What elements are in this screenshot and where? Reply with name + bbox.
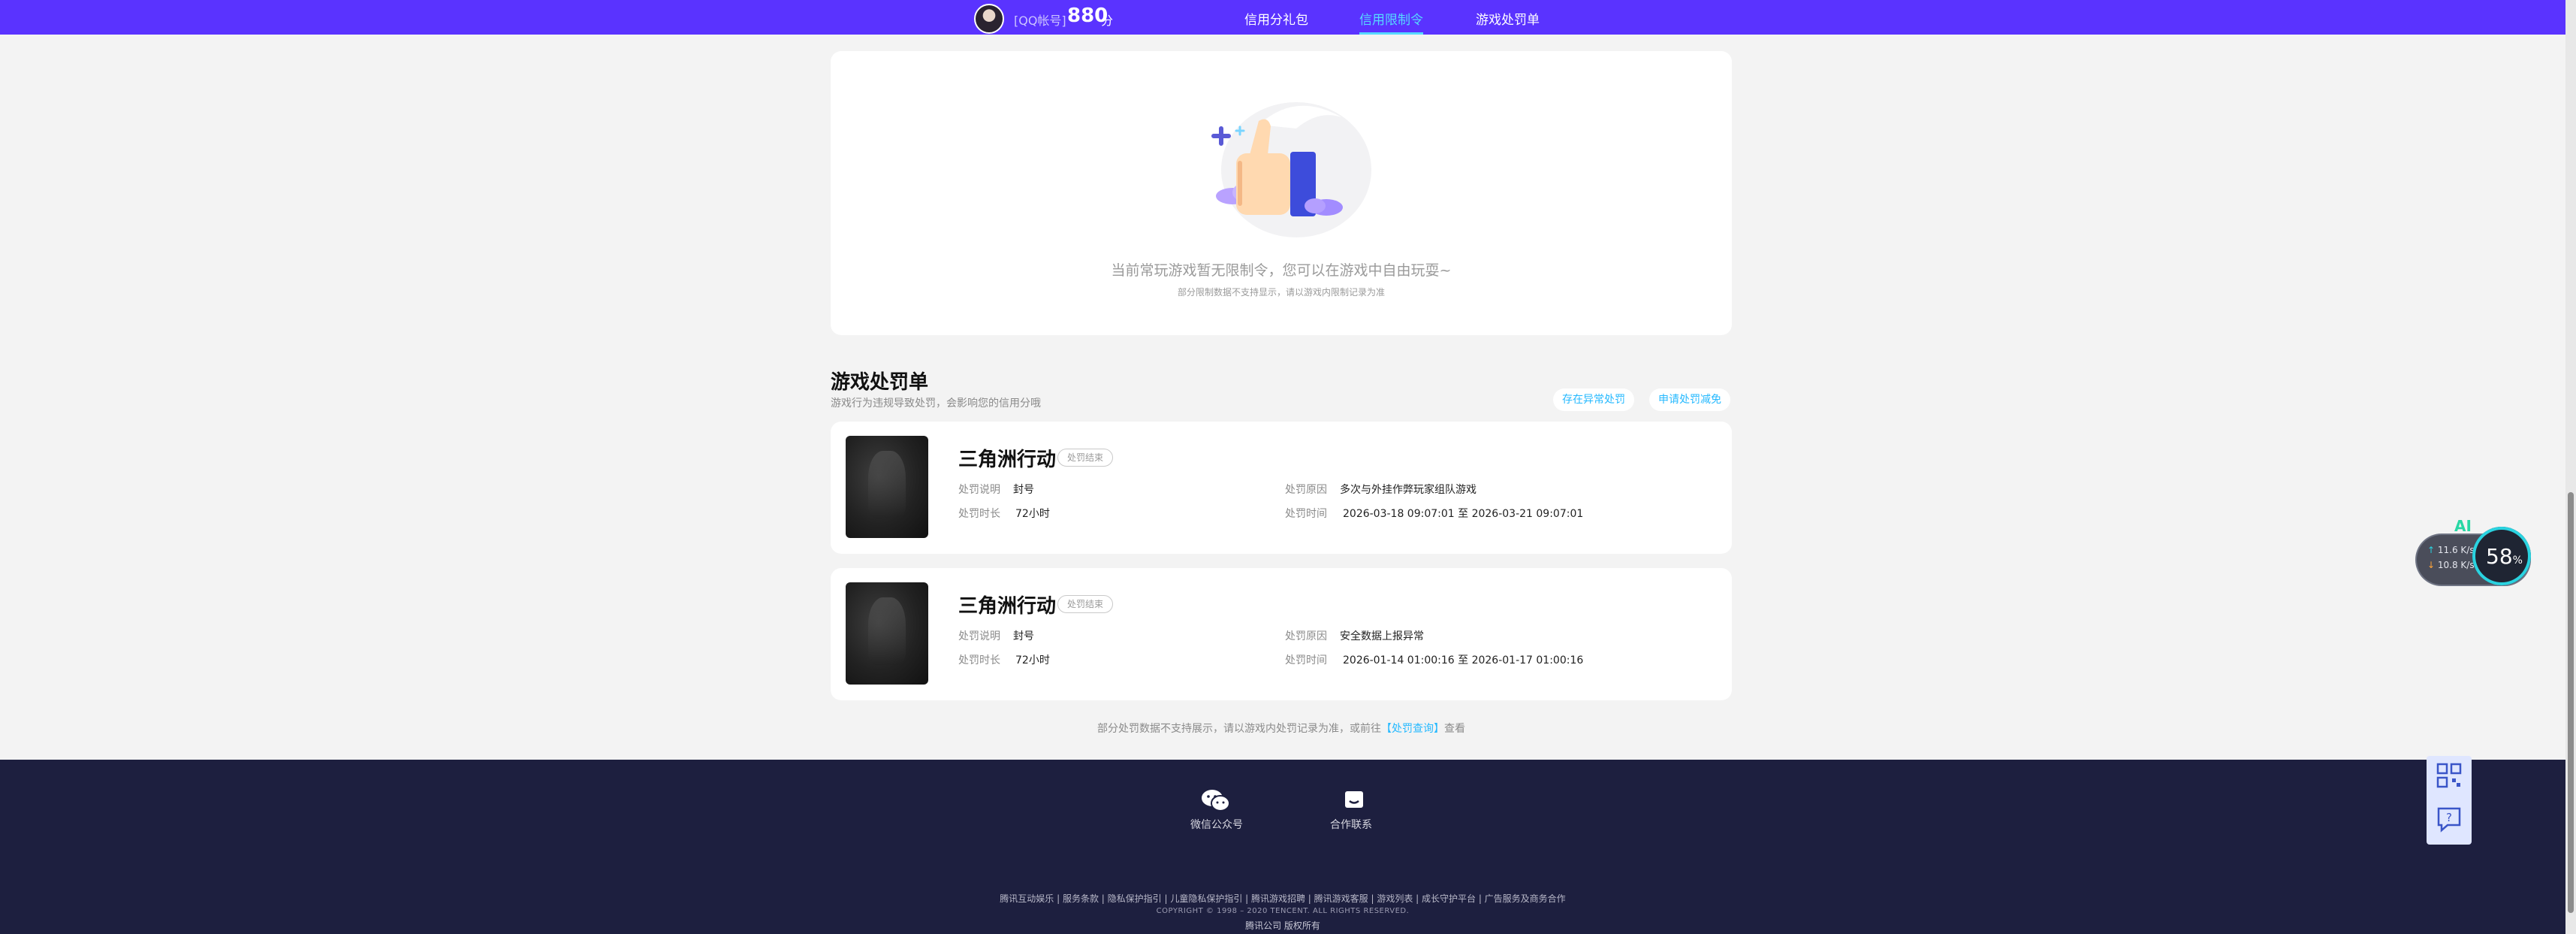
game-thumbnail [846, 582, 928, 685]
contact-icon[interactable] [1339, 790, 1369, 814]
penalty-duration-value: 72小时 [1015, 654, 1050, 666]
penalty-duration-label: 处罚时长 [958, 508, 1000, 520]
game-name: 三角洲行动 [958, 595, 1057, 618]
penalty-query-link[interactable]: 【处罚查询】 [1381, 723, 1444, 735]
penalty-card[interactable]: 三角洲行动 处罚结束 处罚说明 封号 处罚时长 72小时 处罚原因 安全数据上报… [831, 568, 1732, 700]
qq-account-tag: [QQ帐号] [1014, 14, 1066, 28]
penalty-reason-label: 处罚原因 [1285, 484, 1327, 496]
scrollbar-thumb[interactable] [2568, 492, 2574, 913]
thumbs-up-illustration [1211, 102, 1371, 237]
upload-speed: ↑ 11.6 K/s [2427, 545, 2475, 555]
penalty-note-suffix: 查看 [1444, 723, 1465, 735]
help-icon[interactable]: ? [2436, 806, 2463, 833]
penalty-note: 部分处罚数据不支持展示，请以游戏内处罚记录为准，或前往【处罚查询】查看 [831, 721, 1732, 736]
footer: 微信公众号 合作联系 腾讯互动娱乐 | 服务条款 | 隐私保护指引 | 儿童隐私… [0, 760, 2565, 934]
penalty-reason-value: 安全数据上报异常 [1340, 630, 1424, 642]
abnormal-penalty-button[interactable]: 存在异常处罚 [1553, 388, 1634, 411]
status-badge: 处罚结束 [1057, 595, 1114, 613]
penalty-duration-value: 72小时 [1015, 508, 1050, 520]
restriction-card: 当前常玩游戏暂无限制令，您可以在游戏中自由玩耍~ 部分限制数据不支持显示，请以游… [831, 51, 1732, 335]
wechat-label: 微信公众号 [1190, 819, 1243, 831]
tab-credit-restriction[interactable]: 信用限制令 [1359, 9, 1423, 35]
game-name: 三角洲行动 [958, 449, 1057, 471]
tab-credit-gift[interactable]: 信用分礼包 [1244, 9, 1308, 28]
penalty-duration-label: 处罚时长 [958, 654, 1000, 666]
footer-links[interactable]: 腾讯互动娱乐 | 服务条款 | 隐私保护指引 | 儿童隐私保护指引 | 腾讯游戏… [0, 892, 2565, 905]
restriction-empty-note: 部分限制数据不支持显示，请以游戏内限制记录为准 [1177, 287, 1385, 298]
ai-badge: AI [2454, 517, 2472, 535]
credit-score-unit: 分 [1101, 14, 1114, 28]
penalty-time-value: 2026-01-14 01:00:16 至 2026-01-17 01:00:1… [1343, 654, 1584, 666]
copyright-owner: 腾讯公司 版权所有 [1245, 920, 1320, 931]
copyright: COPYRIGHT © 1998 – 2020 TENCENT. ALL RIG… [1156, 907, 1410, 915]
svg-text:?: ? [2446, 811, 2452, 824]
game-thumbnail [846, 436, 928, 538]
qrcode-icon[interactable] [2436, 762, 2463, 789]
penalty-section-title: 游戏处罚单 [831, 371, 929, 394]
apply-reduction-button[interactable]: 申请处罚减免 [1649, 388, 1730, 411]
penalty-card[interactable]: 三角洲行动 处罚结束 处罚说明 封号 处罚时长 72小时 处罚原因 多次与外挂作… [831, 422, 1732, 554]
penalty-reason-label: 处罚原因 [1285, 630, 1327, 642]
penalty-note-text: 部分处罚数据不支持展示，请以游戏内处罚记录为准，或前往 [1097, 723, 1381, 735]
tab-game-penalty[interactable]: 游戏处罚单 [1476, 9, 1540, 28]
penalty-reason-value: 多次与外挂作弊玩家组队游戏 [1340, 484, 1477, 496]
memory-usage-percent: 58% [2486, 544, 2523, 569]
penalty-desc-label: 处罚说明 [958, 484, 1000, 496]
side-toolbar: ? [2427, 756, 2472, 845]
penalty-time-value: 2026-03-18 09:07:01 至 2026-03-21 09:07:0… [1343, 508, 1584, 520]
contact-label: 合作联系 [1330, 819, 1372, 831]
top-nav: [QQ帐号] 880 分 信用分礼包 信用限制令 游戏处罚单 [0, 0, 2565, 35]
wechat-icon[interactable] [1201, 788, 1231, 812]
restriction-empty-message: 当前常玩游戏暂无限制令，您可以在游戏中自由玩耍~ [1111, 262, 1452, 279]
penalty-time-label: 处罚时间 [1285, 508, 1327, 520]
penalty-section-subtitle: 游戏行为违规导致处罚，会影响您的信用分哦 [831, 397, 1041, 410]
penalty-time-label: 处罚时间 [1285, 654, 1327, 666]
download-speed: ↓ 10.8 K/s [2427, 560, 2475, 570]
status-badge: 处罚结束 [1057, 449, 1114, 467]
penalty-desc-label: 处罚说明 [958, 630, 1000, 642]
penalty-desc-value: 封号 [1013, 484, 1034, 496]
avatar[interactable] [974, 4, 1004, 34]
penalty-desc-value: 封号 [1013, 630, 1034, 642]
